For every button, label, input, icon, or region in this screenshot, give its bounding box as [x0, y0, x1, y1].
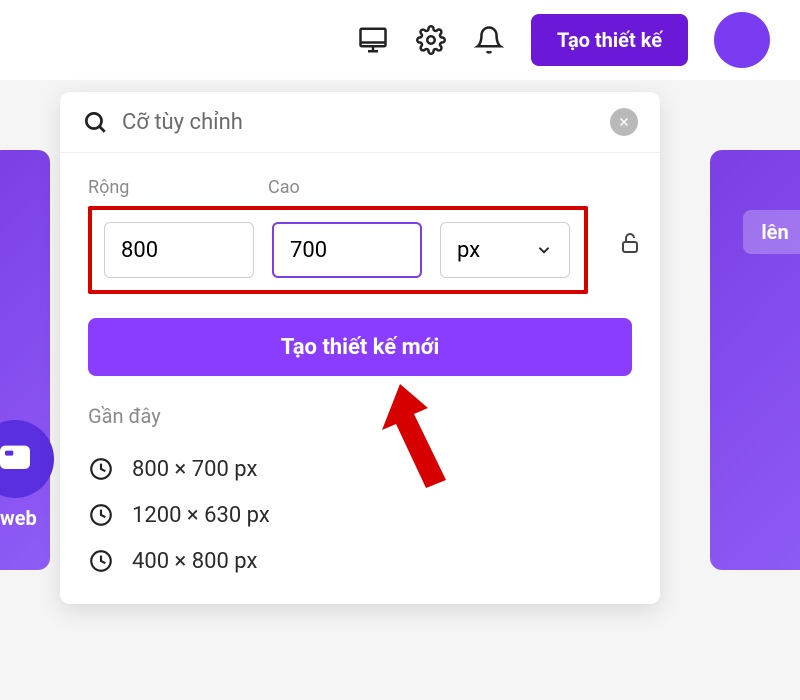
- search-icon: [82, 109, 108, 135]
- recent-item[interactable]: 400 × 800 px: [88, 538, 632, 584]
- recent-item[interactable]: 1200 × 630 px: [88, 492, 632, 538]
- recent-item-label: 400 × 800 px: [132, 549, 257, 574]
- search-row: [60, 92, 660, 153]
- dimensions-area: Rộng Cao px: [60, 153, 660, 294]
- web-label: web: [0, 506, 37, 530]
- recent-item[interactable]: 800 × 700 px: [88, 446, 632, 492]
- height-label: Cao: [268, 177, 300, 198]
- desktop-icon[interactable]: [357, 24, 389, 56]
- chevron-down-icon: [535, 241, 553, 259]
- search-input[interactable]: [122, 110, 596, 135]
- avatar[interactable]: [714, 12, 770, 68]
- width-label: Rộng: [88, 177, 248, 198]
- top-bar: Tạo thiết kế: [0, 0, 800, 80]
- clear-search-button[interactable]: [610, 108, 638, 136]
- unit-value: px: [457, 238, 480, 263]
- create-new-design-button[interactable]: Tạo thiết kế mới: [88, 318, 632, 376]
- bell-icon[interactable]: [473, 24, 505, 56]
- dimensions-highlight: px: [88, 206, 588, 294]
- clock-icon: [88, 456, 114, 482]
- gear-icon[interactable]: [415, 24, 447, 56]
- height-input[interactable]: [272, 222, 422, 278]
- lock-aspect-icon[interactable]: [618, 231, 642, 255]
- recent-item-label: 800 × 700 px: [132, 457, 257, 482]
- clock-icon: [88, 502, 114, 528]
- custom-size-popover: Rộng Cao px Tạo thiết kế mới Gần đây: [60, 92, 660, 604]
- width-input[interactable]: [104, 222, 254, 278]
- clock-icon: [88, 548, 114, 574]
- recent-section: Gần đây 800 × 700 px 1200 × 630 px 400 ×…: [60, 376, 660, 584]
- recent-title: Gần đây: [88, 404, 632, 428]
- background-card-right: lên: [710, 150, 800, 570]
- recent-item-label: 1200 × 630 px: [132, 503, 270, 528]
- unit-select[interactable]: px: [440, 222, 570, 278]
- create-design-button[interactable]: Tạo thiết kế: [531, 14, 688, 66]
- upload-chip[interactable]: lên: [743, 210, 800, 254]
